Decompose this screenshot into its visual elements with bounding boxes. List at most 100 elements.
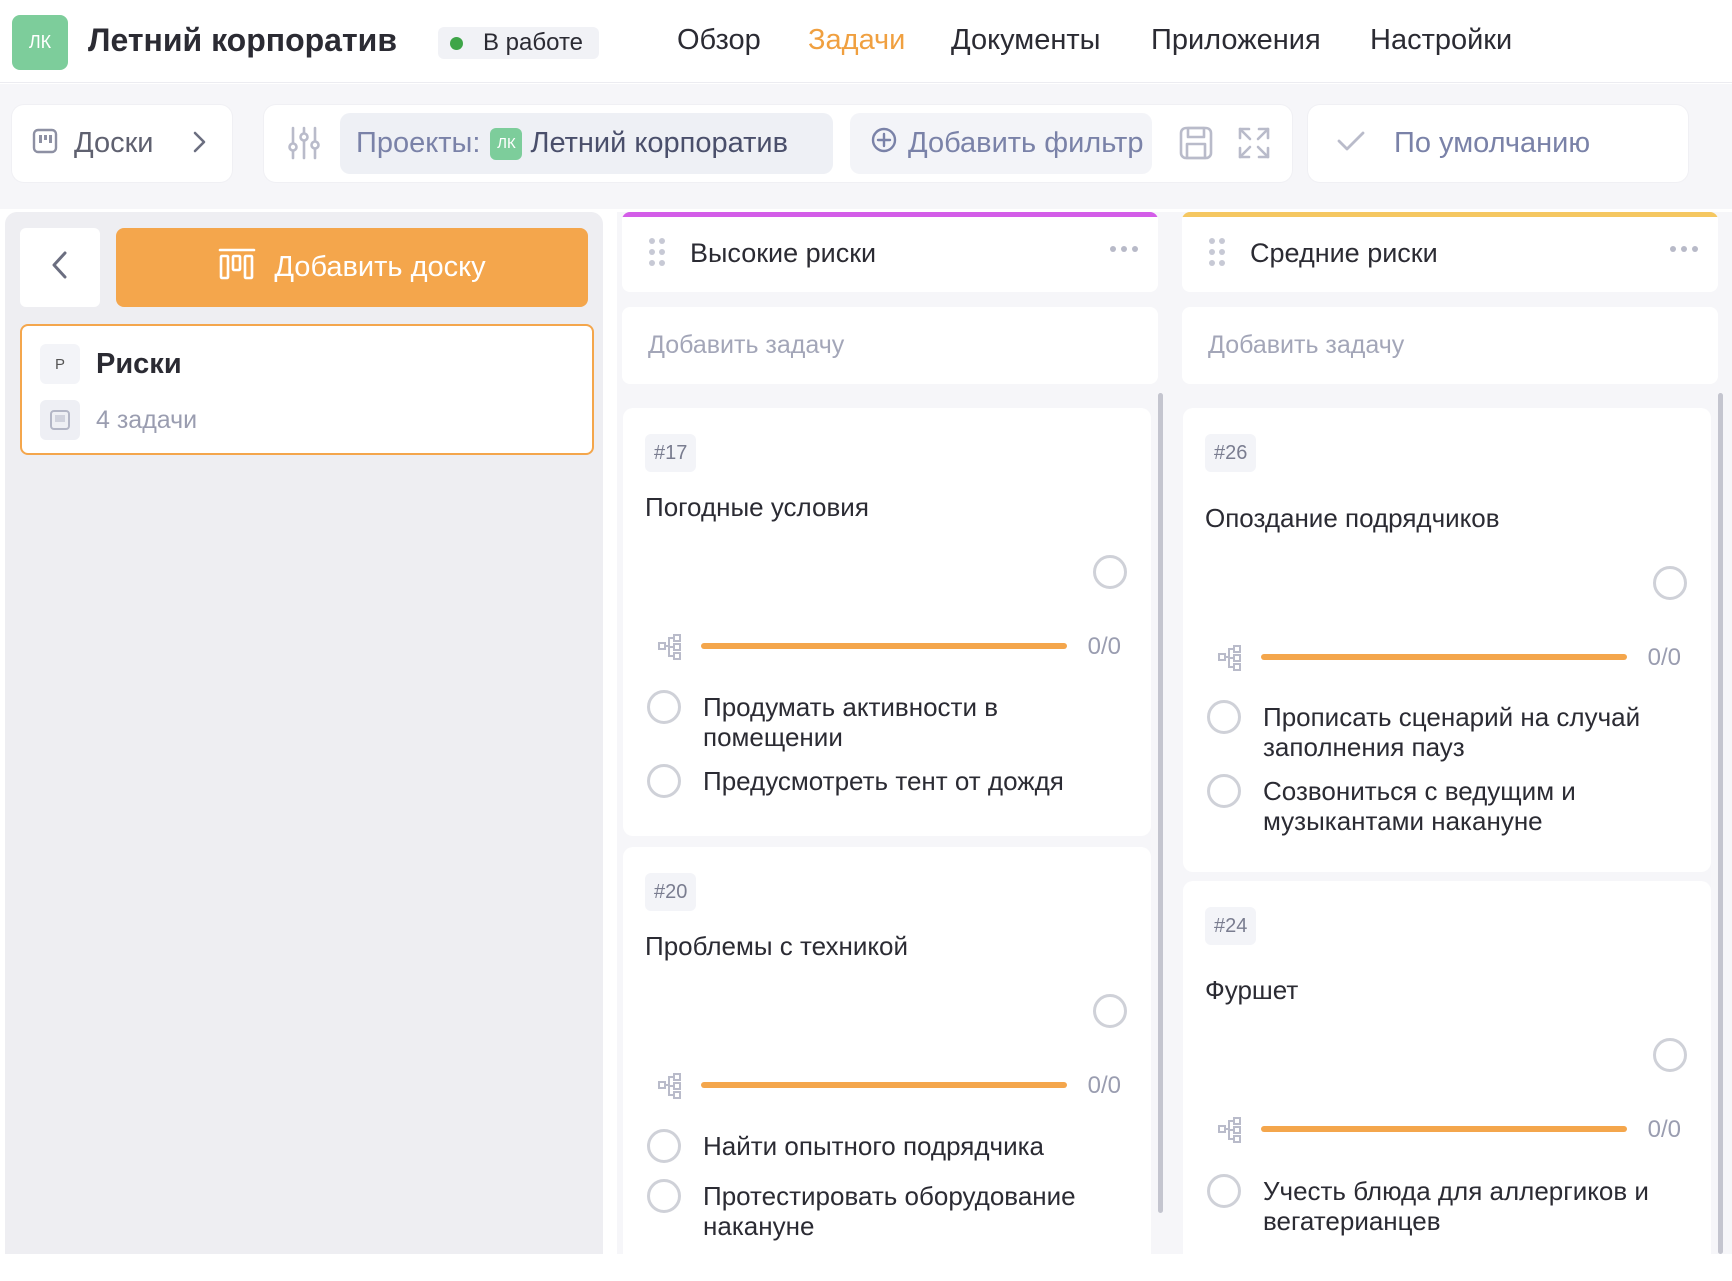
task-complete-checkbox[interactable] [1093,994,1127,1028]
board-icon [40,400,80,440]
collapse-sidebar-button[interactable] [20,228,100,307]
task-complete-checkbox[interactable] [1093,555,1127,589]
subtasks-progress-bar [1261,1126,1627,1132]
chevron-left-icon [49,248,71,287]
plus-circle-icon [870,126,898,162]
task-title: Погодные условия [645,492,869,522]
task-complete-checkbox[interactable] [1653,1038,1687,1072]
add-board-icon [218,247,256,289]
column-title: Средние риски [1250,238,1438,268]
status-label: В работе [483,29,584,56]
nav-documents[interactable]: Документы [951,24,1101,57]
task-title: Проблемы с техникой [645,931,909,961]
check-icon [1336,129,1366,158]
subtasks-progress-count: 0/0 [1647,644,1681,671]
status-badge[interactable]: В работе [438,27,599,59]
subtasks-progress-bar [1261,654,1627,660]
nav-tasks[interactable]: Задачи [808,24,905,57]
project-avatar[interactable]: ЛК [12,15,68,70]
subtask-checkbox[interactable] [647,764,681,798]
column-scrollbar[interactable] [1718,393,1723,1254]
board-task-count: 4 задачи [96,406,198,434]
subtask-label: Прописать сценарий на случай заполнения … [1263,702,1641,762]
subtask-checkbox[interactable] [1207,774,1241,808]
projects-filter-label: Проекты: [356,127,481,159]
add-task-input[interactable]: Добавить задачу [1182,307,1718,384]
chevron-right-icon [190,127,210,162]
drag-handle-icon[interactable] [1208,237,1226,272]
subtasks-icon [1217,644,1243,677]
task-card[interactable]: #26 Опоздание подрядчиков 0/0 Прописать … [1183,408,1711,872]
subtask-label: Учесть блюда для аллергиков и вегатериан… [1263,1176,1649,1236]
task-id-badge: #26 [1205,434,1257,472]
expand-icon[interactable] [1236,125,1272,166]
subtask-item: Прописать сценарий на случай заполнения … [1207,700,1687,762]
add-board-button[interactable]: Добавить доску [116,228,588,307]
boards-label: Доски [74,127,154,159]
subtask-checkbox[interactable] [1207,1174,1241,1208]
projects-filter-chip[interactable]: Проекты: ЛК Летний корпоратив [340,113,833,174]
column-header: Высокие риски [622,212,1158,292]
more-icon[interactable] [1670,246,1698,252]
subtask-item: Найти опытного подрядчика [647,1129,1127,1163]
subtasks-progress-bar [701,643,1067,649]
nav-overview[interactable]: Обзор [677,24,761,57]
column-scrollbar[interactable] [1158,393,1163,1213]
subtask-item: Созвониться с ведущим и музыкантами нака… [1207,774,1687,836]
add-task-input[interactable]: Добавить задачу [622,307,1158,384]
board-title: Риски [96,348,182,380]
subtask-item: Предусмотреть тент от дождя [647,764,1127,798]
task-card[interactable]: #17 Погодные условия 0/0 Продумать актив… [623,408,1151,836]
subtask-label: Продумать активности в помещении [703,692,999,752]
column-title: Высокие риски [690,238,877,268]
subtasks-icon [657,1072,683,1105]
add-filter-button[interactable]: Добавить фильтр [850,113,1152,174]
subtask-checkbox[interactable] [647,1129,681,1163]
subtask-item: Продумать активности в помещении [647,690,1127,752]
subtask-item: Протестировать оборудование накануне [647,1179,1127,1241]
add-filter-label: Добавить фильтр [908,127,1144,159]
task-title: Опоздание подрядчиков [1205,503,1500,533]
subtask-checkbox[interactable] [647,690,681,724]
default-view-label: По умолчанию [1394,127,1591,159]
column-accent-bar [1182,212,1718,217]
board-icon [32,128,58,159]
task-id-badge: #17 [645,434,697,472]
drag-handle-icon[interactable] [648,237,666,272]
status-dot-icon [450,36,463,50]
nav-apps[interactable]: Приложения [1151,24,1321,57]
default-view-selector[interactable]: По умолчанию [1308,105,1688,182]
subtasks-progress-count: 0/0 [1087,633,1121,660]
column-accent-bar [622,212,1158,217]
filter-sliders-icon[interactable] [286,125,322,166]
task-title: Фуршет [1205,975,1299,1005]
more-icon[interactable] [1110,246,1138,252]
subtask-checkbox[interactable] [1207,700,1241,734]
task-id-badge: #24 [1205,907,1257,945]
top-bar: ЛК Летний корпоратив В работе Обзор Зада… [0,0,1732,83]
nav-settings[interactable]: Настройки [1370,24,1512,57]
subtask-label: Протестировать оборудование накануне [703,1181,1076,1241]
board-letter-badge: Р [40,344,80,384]
subtasks-icon [1217,1116,1243,1149]
project-title: Летний корпоратив [88,22,397,58]
column-header: Средние риски [1182,212,1718,292]
subtask-item: Учесть блюда для аллергиков и вегатериан… [1207,1174,1687,1236]
subtask-checkbox[interactable] [647,1179,681,1213]
task-card[interactable]: #20 Проблемы с техникой 0/0 Найти опытно… [623,847,1151,1267]
filter-panel: Проекты: ЛК Летний корпоратив Добавить ф… [264,105,1292,182]
subtasks-progress-count: 0/0 [1647,1116,1681,1143]
save-icon[interactable] [1178,125,1214,166]
task-complete-checkbox[interactable] [1653,566,1687,600]
subtasks-progress-bar [701,1082,1067,1088]
task-card[interactable]: #24 Фуршет 0/0 Учесть блюда для аллергик… [1183,881,1711,1281]
subtask-label: Созвониться с ведущим и музыкантами нака… [1263,776,1576,836]
subtasks-progress-count: 0/0 [1087,1072,1121,1099]
board-item-risks[interactable]: Р Риски 4 задачи [20,324,594,455]
boards-button[interactable]: Доски [12,105,232,182]
subtasks-icon [657,633,683,666]
project-chip-avatar: ЛК [490,127,523,160]
subtask-label: Найти опытного подрядчика [703,1131,1044,1161]
projects-filter-value: Летний корпоратив [530,127,788,159]
add-board-label: Добавить доску [274,251,486,283]
